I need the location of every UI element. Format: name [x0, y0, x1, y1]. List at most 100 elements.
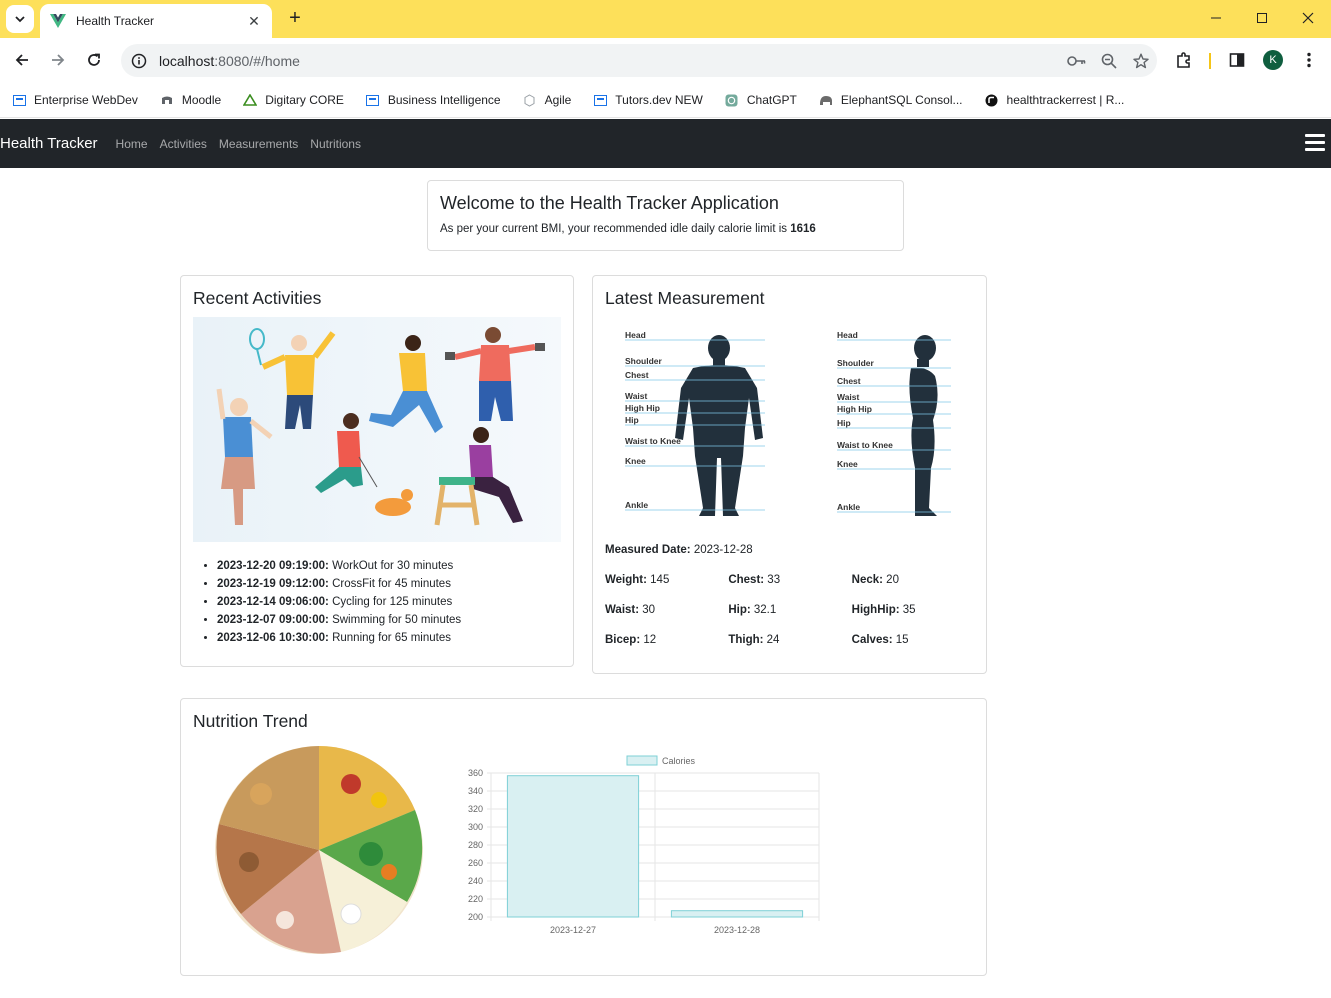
waist-value: Waist: 30	[605, 604, 656, 616]
bookmark-item[interactable]: ChatGPT	[725, 93, 797, 107]
weight-value: Weight: 145	[605, 574, 670, 586]
measured-date: Measured Date: 2023-12-28	[605, 544, 753, 556]
zoom-icon[interactable]	[1093, 47, 1125, 75]
navbar-toggler-icon[interactable]	[1305, 134, 1325, 152]
triangle-icon	[243, 93, 258, 107]
body-part-label: Chest	[625, 370, 649, 380]
bookmark-item[interactable]: Enterprise WebDev	[12, 93, 138, 107]
side-silhouette	[909, 335, 938, 516]
bookmark-item[interactable]: Digitary CORE	[243, 93, 344, 107]
y-tick-label: 280	[468, 840, 483, 850]
browser-tab[interactable]: Health Tracker ✕	[40, 4, 272, 38]
bicep-value: Bicep: 12	[605, 634, 657, 646]
list-item: 2023-12-19 09:12:00: CrossFit for 45 min…	[217, 575, 461, 593]
body-part-label: Shoulder	[837, 358, 875, 368]
body-part-label: Waist	[837, 392, 860, 402]
bookmark-label: ElephantSQL Consol...	[840, 93, 963, 107]
nav-link-home[interactable]: Home	[116, 137, 148, 151]
back-button[interactable]	[8, 46, 36, 74]
reload-button[interactable]	[80, 46, 108, 74]
y-tick-label: 200	[468, 912, 483, 922]
side-panel-icon	[1229, 53, 1245, 67]
minimize-icon	[1211, 17, 1221, 19]
more-vert-icon	[1307, 52, 1311, 68]
app-navbar: Health Tracker Home Activities Measureme…	[0, 119, 1331, 168]
nutrition-trend-card: Nutrition Trend Calories 360 340 320 300 280 2…	[180, 698, 987, 976]
side-panel-button[interactable]	[1222, 46, 1252, 74]
site-info-icon[interactable]	[129, 51, 149, 71]
browser-menu-button[interactable]	[1294, 46, 1324, 74]
bookmark-item[interactable]: healthtrackerrest | R...	[985, 93, 1124, 107]
bookmark-label: ChatGPT	[746, 93, 797, 107]
welcome-title: Welcome to the Health Tracker Applicatio…	[440, 193, 779, 213]
measurement-row: Bicep: 12 Thigh: 24 Calves: 15	[605, 634, 975, 664]
bookmark-item[interactable]: Tutors.dev NEW	[593, 93, 703, 107]
body-part-label: High Hip	[625, 403, 660, 413]
nav-link-activities[interactable]: Activities	[160, 137, 207, 151]
page-icon	[12, 93, 26, 107]
arrow-right-icon	[52, 54, 65, 66]
recent-activities-card: Recent Activities • 2023-12-20 09:19:00:…	[180, 275, 574, 667]
legend-swatch	[626, 755, 658, 766]
chevron-down-icon	[15, 16, 25, 23]
close-window-button[interactable]	[1285, 6, 1331, 30]
list-item: 2023-12-20 09:19:00: WorkOut for 30 minu…	[217, 557, 461, 575]
y-tick-label: 260	[468, 858, 483, 868]
navbar-brand[interactable]: Health Tracker	[0, 135, 98, 152]
bookmark-item[interactable]: ElephantSQL Consol...	[819, 93, 963, 107]
puzzle-icon	[1177, 52, 1190, 68]
body-part-label: Hip	[625, 415, 639, 425]
browser-tab-strip: Health Tracker ✕ +	[0, 0, 1331, 38]
profile-button[interactable]: K	[1258, 46, 1288, 74]
close-icon	[1302, 12, 1314, 24]
nutrition-trend-title: Nutrition Trend	[193, 711, 308, 731]
list-item: 2023-12-14 09:06:00: Cycling for 125 min…	[217, 593, 461, 611]
url-text[interactable]: localhost:8080/#/home	[159, 53, 1061, 69]
y-tick-label: 240	[468, 876, 483, 886]
avatar: K	[1263, 50, 1283, 70]
bookmark-label: Agile	[544, 93, 572, 107]
forward-button[interactable]	[44, 46, 72, 74]
body-part-label: Knee	[625, 456, 646, 466]
vue-icon	[50, 14, 66, 28]
body-part-label: Head	[837, 330, 858, 340]
body-measurement-diagram: Head Shoulder Chest Waist High Hip Hip Waist t…	[615, 328, 975, 528]
highhip-value: HighHip: 35	[851, 604, 916, 616]
browser-toolbar: localhost:8080/#/home K	[0, 38, 1331, 83]
bookmark-label: Business Intelligence	[387, 93, 501, 107]
body-part-label: Chest	[837, 376, 861, 386]
tab-search-button[interactable]	[6, 5, 34, 33]
calorie-limit: 1616	[790, 223, 816, 235]
body-part-label: Head	[625, 330, 646, 340]
new-tab-button[interactable]: +	[283, 7, 307, 31]
y-tick-label: 320	[468, 804, 483, 814]
bookmark-star-icon[interactable]	[1125, 47, 1157, 75]
maximize-button[interactable]	[1239, 6, 1285, 30]
bookmark-item[interactable]: Business Intelligence	[366, 93, 501, 107]
y-tick-label: 300	[468, 822, 483, 832]
extensions-button[interactable]	[1169, 46, 1199, 74]
body-part-label: Ankle	[837, 502, 860, 512]
body-part-label: Shoulder	[625, 356, 663, 366]
front-silhouette	[675, 335, 763, 516]
nav-link-measurements[interactable]: Measurements	[219, 137, 298, 151]
maximize-icon	[1257, 13, 1267, 23]
moodle-icon	[160, 93, 174, 107]
bookmark-item[interactable]: Moodle	[160, 93, 221, 107]
page-icon	[366, 93, 380, 107]
minimize-button[interactable]	[1193, 6, 1239, 30]
measurement-grid: Weight: 145 Chest: 33 Neck: 20 Waist: 30…	[605, 574, 975, 664]
recent-activities-title: Recent Activities	[193, 288, 322, 308]
bookmark-item[interactable]: Agile	[523, 93, 572, 107]
legend-label: Calories	[662, 756, 696, 766]
y-tick-label: 340	[468, 786, 483, 796]
nav-link-nutritions[interactable]: Nutritions	[310, 137, 361, 151]
latest-measurement-card: Latest Measurement Head Shoulder Chest Wais…	[592, 275, 987, 674]
address-bar[interactable]: localhost:8080/#/home	[121, 44, 1157, 77]
latest-measurement-title: Latest Measurement	[605, 288, 765, 308]
x-tick-label: 2023-12-28	[714, 925, 760, 935]
y-tick-label: 220	[468, 894, 483, 904]
tab-close-icon[interactable]: ✕	[246, 13, 262, 30]
password-key-icon[interactable]	[1061, 47, 1093, 75]
globe-icon	[523, 93, 537, 107]
